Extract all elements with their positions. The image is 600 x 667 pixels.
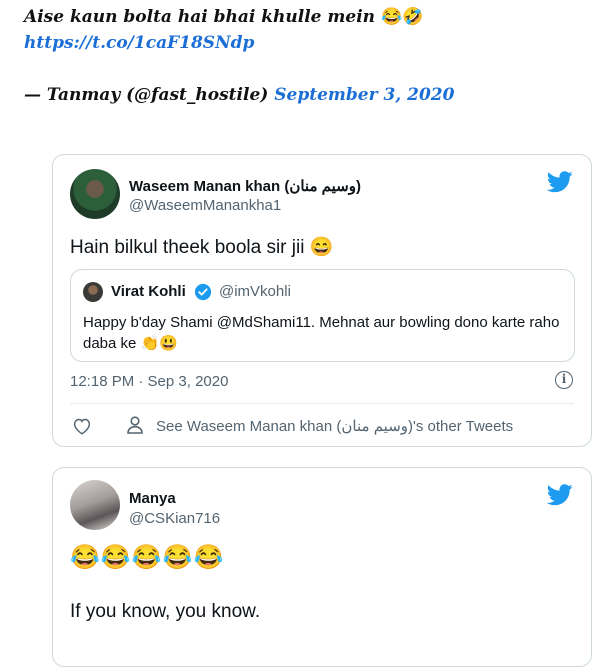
quoted-user-name[interactable]: Virat Kohli (111, 283, 186, 300)
tweet-emoji: 😄 (309, 237, 334, 258)
twitter-bird-icon[interactable] (547, 484, 573, 506)
quoted-avatar[interactable] (83, 282, 103, 302)
twitter-bird-icon[interactable] (547, 171, 573, 193)
person-icon[interactable] (127, 416, 143, 434)
tweet-text: If you know, you know. (70, 601, 261, 622)
tweet-text: Hain bilkul theek boola sir jii 😄 (70, 235, 333, 259)
tweet-timestamp[interactable]: 12:18 PM · Sep 3, 2020 (70, 373, 228, 390)
attribution-line: — Tanmay (@fast_hostile) September 3, 20… (24, 82, 584, 108)
attribution-text: — Tanmay (@fast_hostile) (24, 85, 269, 105)
user-name[interactable]: Waseem Manan khan (وسيم منان) (129, 177, 361, 195)
divider (70, 403, 574, 404)
blockquote-caption: Aise kaun bolta hai bhai khulle mein 😂🤣 … (24, 4, 584, 108)
caption-line: Aise kaun bolta hai bhai khulle mein 😂🤣 (24, 4, 584, 30)
embedded-tweet-card[interactable]: Waseem Manan khan (وسيم منان) @WaseemMan… (52, 154, 592, 447)
caption-emoji: 😂🤣 (380, 7, 424, 27)
caption-link[interactable]: https://t.co/1caF18SNdp (24, 30, 584, 56)
attribution-date-link[interactable]: September 3, 2020 (274, 85, 454, 105)
quoted-text: Happy b'day Shami @MdShami11. Mehnat aur… (83, 312, 563, 354)
tweet-text-content: Hain bilkul theek boola sir jii (70, 237, 305, 258)
user-handle[interactable]: @CSKian716 (129, 510, 220, 527)
caption-text: Aise kaun bolta hai bhai khulle mein (24, 7, 376, 27)
avatar[interactable] (70, 169, 120, 219)
quoted-tweet[interactable]: Virat Kohli @imVkohli Happy b'day Shami … (70, 269, 575, 362)
user-handle[interactable]: @WaseemManankha1 (129, 197, 281, 214)
heart-icon[interactable] (72, 417, 92, 435)
user-name[interactable]: Manya (129, 490, 176, 507)
verified-badge-icon (194, 283, 212, 301)
tweet-emoji-line: 😂😂😂😂😂 (70, 544, 225, 571)
quoted-emoji: 👏😃 (140, 335, 178, 352)
embedded-tweet-card[interactable]: Manya @CSKian716 😂😂😂😂😂 If you know, you … (52, 467, 592, 667)
avatar[interactable] (70, 480, 120, 530)
info-icon[interactable]: i (555, 371, 573, 389)
quoted-user-handle[interactable]: @imVkohli (219, 283, 291, 300)
see-other-tweets-link[interactable]: See Waseem Manan khan (وسيم منان)'s othe… (156, 417, 513, 435)
